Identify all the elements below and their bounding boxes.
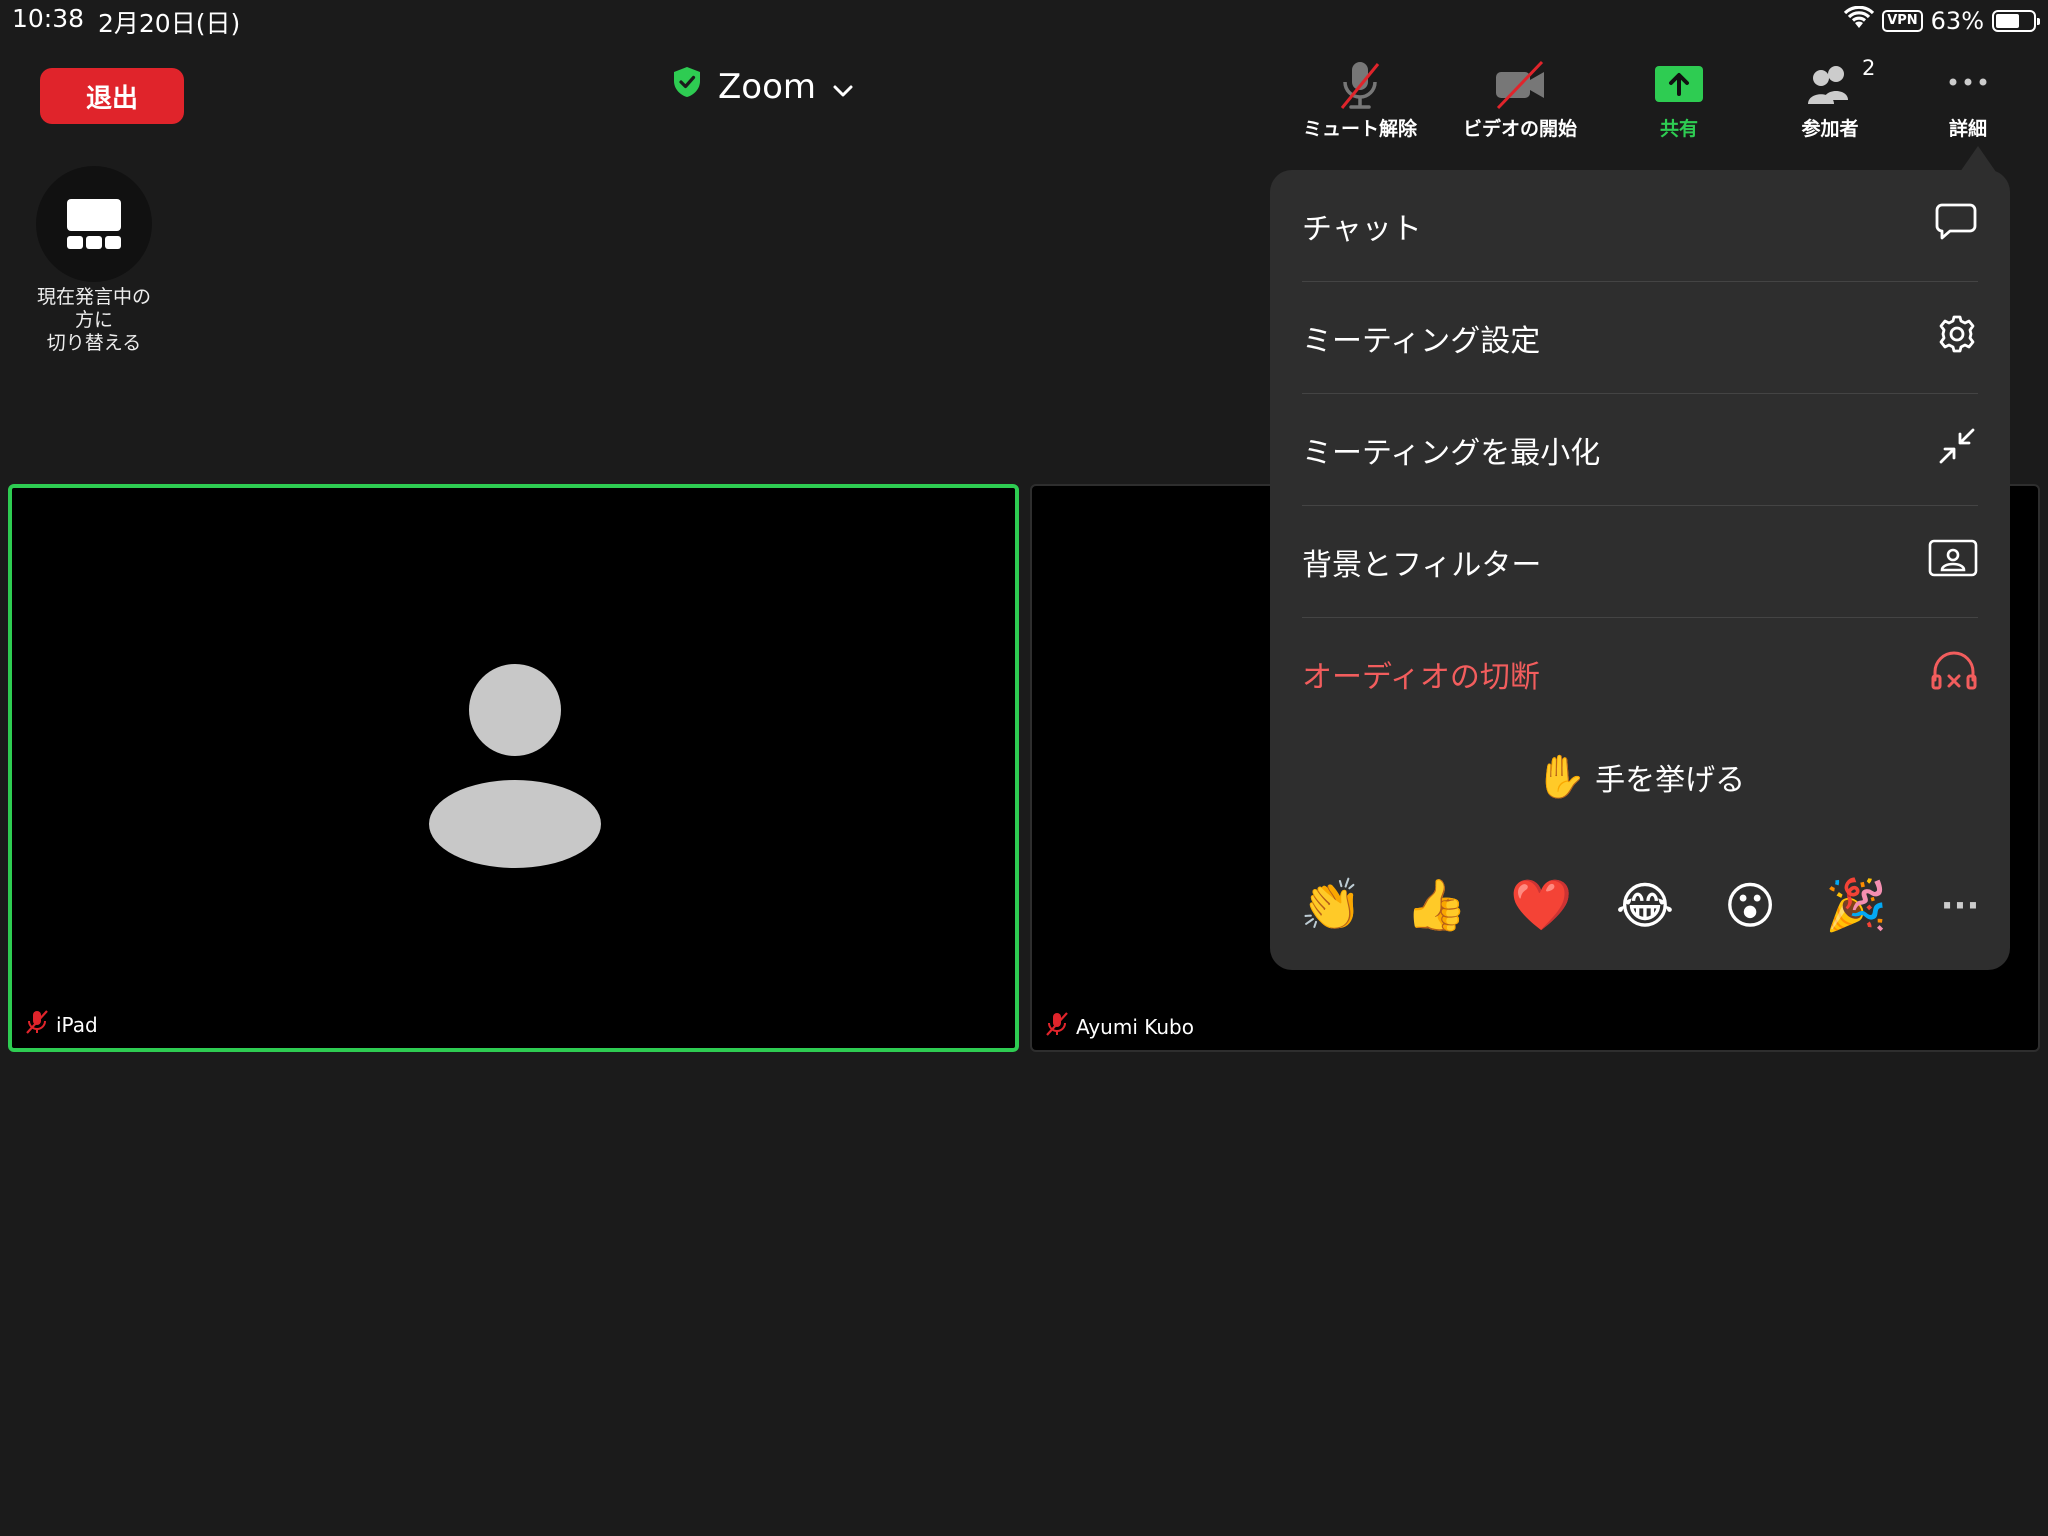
menu-item-label: ミーティングを最小化 [1302,435,1601,471]
speaker-view-icon [36,166,152,282]
raise-hand-button[interactable]: ✋ 手を挙げる [1270,752,2010,802]
reaction-heart[interactable]: ❤️ [1510,876,1572,935]
status-time: 10:38 [12,4,85,33]
menu-item-label: チャット [1302,211,1422,247]
participant-name: Ayumi Kubo [1076,1014,1194,1039]
reaction-laugh[interactable]: 😂 [1615,877,1675,935]
wifi-icon [1844,5,1875,36]
speaker-switch-line-2: 方に [74,309,113,331]
avatar-placeholder-icon [429,664,601,872]
share-label: 共有 [1659,118,1698,140]
participant-name: iPad [56,1012,98,1037]
battery-percent: 63% [1930,7,1984,35]
menu-item-meeting-settings[interactable]: ミーティング設定 [1302,282,1978,394]
participants-label: 参加者 [1801,118,1859,140]
unmute-label: ミュート解除 [1302,118,1417,140]
unmute-button[interactable]: ミュート解除 [1285,56,1435,141]
more-label: 詳細 [1948,118,1987,140]
menu-item-label: オーディオの切断 [1302,660,1540,695]
reaction-thumbs-up[interactable]: 👍 [1405,876,1467,935]
meeting-title-dropdown[interactable]: Zoom [672,66,854,107]
ellipsis-icon [1943,56,1993,114]
headphones-disconnect-icon [1930,648,1978,700]
more-reactions-button[interactable]: ··· [1930,886,1990,926]
participants-icon [1802,56,1858,114]
microphone-muted-icon [24,1009,50,1040]
background-portrait-icon [1928,538,1978,586]
menu-pointer-arrow [1960,146,1996,172]
tile-name-label: iPad [24,1009,98,1040]
participants-button[interactable]: 参加者 [1755,56,1905,141]
more-options-menu: チャット ミーティング設定 ミーティングを最小化 背景とフィルター オーディオの… [1270,170,2010,970]
menu-item-chat[interactable]: チャット [1302,170,1978,282]
share-button[interactable]: 共有 [1604,56,1754,141]
speaker-switch-label: 現在発言中の 方に 切り替える [14,286,174,355]
video-tile-ipad[interactable]: iPad [8,484,1019,1052]
menu-item-label: ミーティング設定 [1302,323,1541,359]
speaker-switch-line-3: 切り替える [46,332,142,354]
reactions-row: 👏 👍 ❤️ 😂 😮 🎉 ··· [1300,876,1990,935]
battery-fill [1996,14,2019,28]
menu-item-disconnect-audio[interactable]: オーディオの切断 [1302,618,1978,730]
switch-to-speaker-view-button[interactable]: 現在発言中の 方に 切り替える [30,166,158,355]
microphone-muted-icon [1044,1011,1070,1042]
speaker-switch-line-1: 現在発言中の [36,286,151,308]
microphone-muted-icon [1332,56,1388,114]
status-indicators: VPN 63% [1844,5,2040,36]
reaction-party[interactable]: 🎉 [1825,876,1887,935]
meeting-title: Zoom [718,66,817,107]
chat-bubble-icon [1934,202,1978,250]
battery-icon [1992,10,2040,32]
leave-button[interactable]: 退出 [40,68,184,124]
tile-name-label: Ayumi Kubo [1044,1011,1194,1042]
chevron-down-icon [832,67,854,107]
reaction-clap[interactable]: 👏 [1300,876,1362,935]
share-screen-icon [1653,56,1705,114]
gear-icon [1936,313,1978,363]
status-date: 2月20日(日) [98,9,241,38]
raised-hand-emoji: ✋ [1534,752,1588,801]
vpn-badge: VPN [1882,10,1923,32]
reaction-surprised[interactable]: 😮 [1720,877,1780,935]
start-video-button[interactable]: ビデオの開始 [1445,56,1595,141]
raise-hand-label: 手を挙げる [1595,763,1746,798]
menu-item-minimize-meeting[interactable]: ミーティングを最小化 [1302,394,1978,506]
participants-count: 2 [1862,56,1876,80]
video-camera-off-icon [1490,56,1550,114]
minimize-arrows-icon [1936,425,1978,475]
menu-item-background-filters[interactable]: 背景とフィルター [1302,506,1978,618]
more-button[interactable]: 詳細 [1893,56,2043,141]
shield-check-icon [672,66,702,107]
start-video-label: ビデオの開始 [1462,118,1577,140]
menu-item-label: 背景とフィルター [1302,547,1542,583]
